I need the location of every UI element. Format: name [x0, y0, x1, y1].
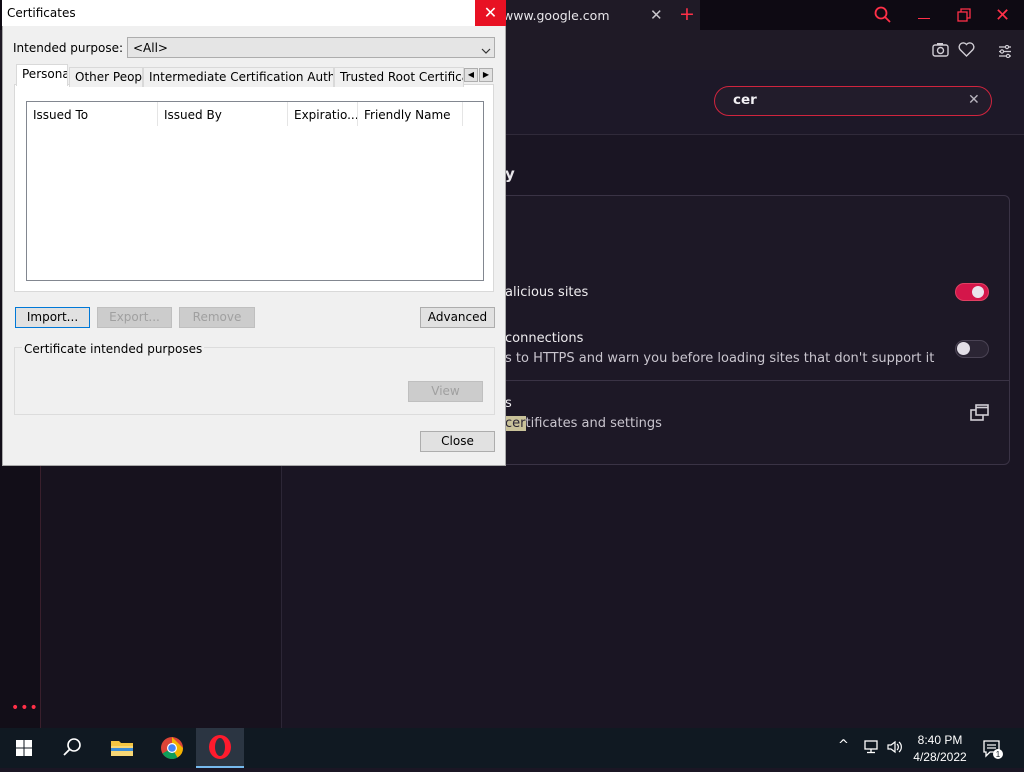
clock-date[interactable]: 4/28/2022	[908, 750, 972, 764]
secure-connections-label: connections	[505, 331, 584, 346]
column-header-issued-to[interactable]: Issued To	[27, 102, 158, 126]
tab-close-icon[interactable]: ✕	[650, 6, 663, 24]
start-button[interactable]	[0, 728, 48, 768]
remove-button[interactable]: Remove	[179, 307, 255, 328]
tab-personal[interactable]: Personal	[16, 64, 68, 86]
new-tab-icon[interactable]: +	[679, 3, 695, 25]
volume-icon[interactable]	[886, 739, 904, 759]
protect-malicious-sites-label: alicious sites	[505, 285, 589, 300]
restore-icon[interactable]	[957, 7, 971, 26]
intended-purpose-value: <All>	[133, 41, 168, 55]
sidebar-more-icon[interactable]: •••	[11, 700, 39, 716]
search-highlight: cer	[505, 416, 526, 431]
tab-intermediate-ca[interactable]: Intermediate Certification Authorities	[143, 67, 334, 87]
tab-title: www.google.com	[503, 8, 610, 23]
dialog-title: Certificates	[7, 6, 76, 20]
easy-setup-icon[interactable]	[998, 43, 1012, 62]
import-button[interactable]: Import...	[15, 307, 90, 328]
window-close-icon[interactable]: ✕	[995, 5, 1010, 26]
tab-other-people[interactable]: Other People	[69, 67, 143, 87]
intended-purpose-label: Intended purpose:	[13, 41, 124, 55]
export-button[interactable]: Export...	[97, 307, 172, 328]
column-header-issued-by[interactable]: Issued By	[158, 102, 288, 126]
tab-scroll-left-button[interactable]: ◀	[464, 68, 478, 82]
description-rest: tificates and settings	[525, 416, 662, 431]
file-explorer-icon[interactable]	[98, 728, 146, 768]
close-button[interactable]: Close	[420, 431, 495, 452]
certificate-list[interactable]	[26, 101, 484, 281]
dialog-close-button[interactable]: ✕	[475, 0, 506, 26]
chevron-down-icon[interactable]	[481, 41, 491, 60]
column-header-friendly-name[interactable]: Friendly Name	[358, 102, 463, 126]
taskbar-search-icon[interactable]	[48, 728, 96, 768]
secure-connections-description: s to HTTPS and warn you before loading s…	[505, 351, 935, 366]
notifications-icon[interactable]: 1	[982, 738, 1004, 764]
intended-purposes-label: Certificate intended purposes	[22, 342, 205, 356]
tab-search-icon[interactable]	[874, 6, 892, 28]
clock-time[interactable]: 8:40 PM	[912, 733, 968, 747]
tab-scroll-right-button[interactable]: ▶	[479, 68, 493, 82]
view-button[interactable]: View	[408, 381, 483, 402]
minimize-icon[interactable]	[918, 18, 930, 19]
chrome-icon[interactable]	[148, 728, 196, 768]
notification-count: 1	[996, 750, 1001, 759]
network-icon[interactable]	[862, 739, 880, 759]
manage-certificates-label[interactable]: s	[505, 396, 512, 411]
column-header-expiration[interactable]: Expiratio...	[288, 102, 358, 126]
tab-trusted-root-ca[interactable]: Trusted Root Certification	[334, 67, 464, 87]
divider	[488, 380, 1010, 381]
toggle-knob	[957, 342, 970, 355]
intended-purpose-select[interactable]	[127, 37, 495, 58]
bookmark-heart-icon[interactable]	[958, 42, 975, 61]
opera-icon[interactable]	[196, 728, 244, 768]
snapshot-icon[interactable]	[932, 42, 949, 61]
section-title: y	[505, 165, 515, 183]
tray-chevron-up-icon[interactable]: ^	[838, 738, 849, 753]
toggle-knob	[972, 286, 984, 298]
dialog-titlebar[interactable]	[2, 0, 506, 26]
advanced-button[interactable]: Advanced	[420, 307, 495, 328]
settings-search-value: cer	[733, 92, 757, 108]
manage-certificates-description: certificates and settings	[505, 416, 662, 431]
open-external-icon[interactable]	[970, 404, 990, 426]
search-clear-icon[interactable]: ✕	[968, 92, 980, 108]
